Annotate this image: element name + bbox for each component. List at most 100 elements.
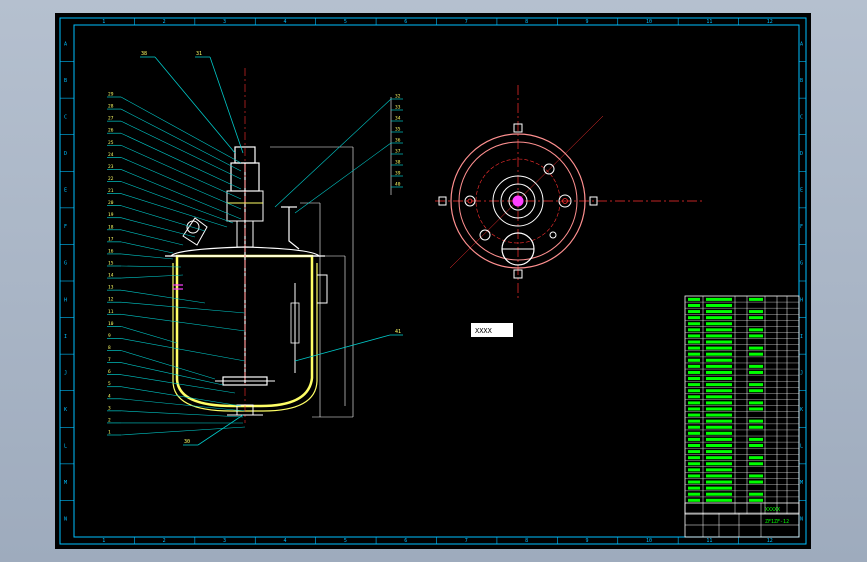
zone-col-label: 3 [223, 19, 226, 25]
zone-col-label: 1 [102, 538, 105, 544]
bom-cell [688, 395, 700, 399]
callout-left-26: 26 [108, 128, 114, 134]
zone-row-label: M [64, 480, 67, 486]
cad-viewport[interactable]: AABBCCDDEEFFGGHHIIJJKKLLMMNN 11223344556… [0, 0, 867, 562]
bom-cell [706, 401, 732, 405]
callout-left-7: 7 [108, 357, 111, 363]
zone-row-label: B [800, 78, 803, 84]
drawing-sheet[interactable]: AABBCCDDEEFFGGHHIIJJKKLLMMNN 11223344556… [55, 13, 811, 549]
bom-cell [749, 444, 763, 448]
zone-col-label: 4 [283, 19, 286, 25]
zone-row-label: B [64, 78, 67, 84]
bom-cell [706, 328, 732, 332]
bom-cell [749, 370, 763, 374]
bom-cell [688, 370, 700, 374]
zone-row-label: C [64, 114, 67, 120]
nozzle-right [288, 207, 300, 250]
callout-right-32: 32 [395, 94, 401, 100]
zone-row-label: G [800, 261, 803, 267]
bom-cell [749, 425, 763, 429]
bom-cell [749, 352, 763, 356]
callout-left-22: 22 [108, 176, 114, 182]
plan-nozzle-d [479, 229, 491, 241]
bom-cell [749, 456, 763, 460]
zone-col-label: 12 [767, 19, 773, 25]
bom-cell [688, 383, 700, 387]
bom-cell [688, 346, 700, 350]
zone-row-label: K [800, 407, 803, 413]
right-callout-group: 32 33 34 35 36 37 38 39 40 [274, 94, 403, 214]
bom-cell [749, 364, 763, 368]
bom-cell [706, 468, 732, 472]
bom-cell [706, 480, 732, 484]
bom-cell [688, 389, 700, 393]
zone-col-label: 7 [465, 538, 468, 544]
bom-cell [688, 474, 700, 478]
bom-cell [688, 498, 700, 502]
callout-left-29: 29 [108, 92, 114, 98]
callout-right-37: 37 [395, 149, 401, 155]
bom-cell [688, 486, 700, 490]
bom-cell [706, 431, 732, 435]
callout-left-28: 28 [108, 104, 114, 110]
stamp-text: XXXX [475, 327, 493, 335]
bom-cell [688, 303, 700, 307]
callout-left-3: 3 [108, 405, 111, 411]
bom-cell [706, 370, 732, 374]
zone-col-labels: 112233445566778899101011111212 [102, 18, 773, 544]
zone-row-label: E [64, 188, 67, 194]
manhole-left [182, 217, 208, 246]
bom-cell [749, 474, 763, 478]
bom-cell [706, 419, 732, 423]
callout-left-2: 2 [108, 417, 111, 423]
bom-cell [706, 316, 732, 320]
bom-cell [706, 498, 732, 502]
plan-shaft [512, 195, 524, 207]
bom-cell [749, 407, 763, 411]
callout-right-33: 33 [395, 105, 401, 111]
zone-row-label: C [800, 114, 803, 120]
bom-cell [706, 425, 732, 429]
bom-cell [706, 437, 732, 441]
bom-cell [706, 486, 732, 490]
callout-left-10: 10 [108, 321, 114, 327]
callout-left-8: 8 [108, 345, 111, 351]
zone-row-label: L [800, 444, 803, 450]
bom-cell [688, 450, 700, 454]
zone-col-label: 9 [586, 538, 589, 544]
bom-cell [688, 431, 700, 435]
bom-cell [706, 450, 732, 454]
callout-left-24: 24 [108, 152, 114, 158]
bom-cell [688, 437, 700, 441]
plan-nozzle-c [543, 163, 555, 175]
callout-left-16: 16 [108, 248, 114, 254]
callout-right-40: 40 [395, 182, 401, 188]
bom-cell [706, 395, 732, 399]
zone-row-label: H [800, 297, 803, 303]
bom-cell [706, 352, 732, 356]
bom-cell [688, 358, 700, 362]
bom-cell [706, 456, 732, 460]
zone-row-label: N [800, 517, 803, 523]
bom-cell [749, 480, 763, 484]
bom-cell [706, 322, 732, 326]
bom-cell [688, 468, 700, 472]
bom-cell [706, 364, 732, 368]
callout-left-23: 23 [108, 164, 114, 170]
bom-cell [706, 340, 732, 344]
bom-cell [688, 444, 700, 448]
bom-cell [706, 389, 732, 393]
callout-left-27: 27 [108, 116, 114, 122]
callout-left-15: 15 [108, 261, 114, 267]
zone-col-label: 2 [163, 19, 166, 25]
bom-cell [749, 389, 763, 393]
zone-row-label: D [800, 151, 803, 157]
callout-side: 41 [395, 329, 401, 335]
title-company: XXXXX [765, 507, 780, 513]
plan-diag [449, 115, 604, 269]
vessel-plan-view [435, 85, 705, 298]
callout-right-36: 36 [395, 138, 401, 144]
bom-cell [706, 462, 732, 466]
callout-left-5: 5 [108, 381, 111, 387]
bom-cell [749, 334, 763, 338]
